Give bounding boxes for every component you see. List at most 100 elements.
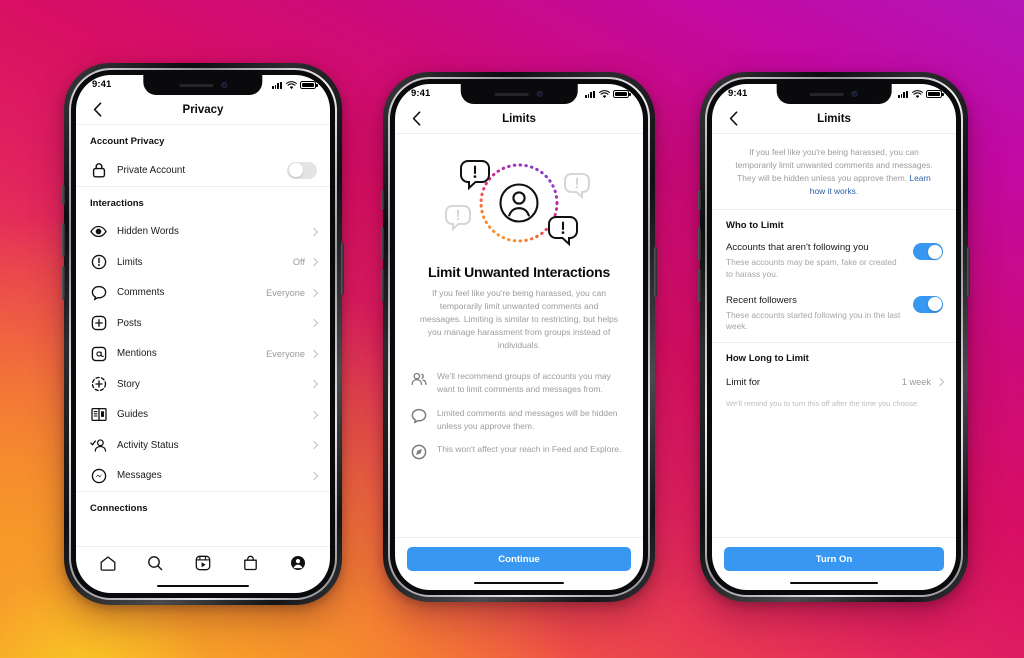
power-button[interactable] xyxy=(967,247,970,297)
volume-down-button[interactable] xyxy=(381,269,384,302)
phone-bezel: 9:41 Privacy Account Privacy Private Acc… xyxy=(71,70,335,598)
limits-illustration xyxy=(395,134,643,260)
mute-switch[interactable] xyxy=(62,185,65,205)
feature-bullet-list: We'll recommend groups of accounts you m… xyxy=(395,355,643,466)
chevron-right-icon xyxy=(309,410,319,419)
chevron-right-icon xyxy=(309,441,319,450)
bullet-text: We'll recommend groups of accounts you m… xyxy=(437,371,611,395)
row-comments[interactable]: Comments Everyone xyxy=(76,278,330,309)
status-time: 9:41 xyxy=(411,88,431,100)
phone-limits-intro: 9:41 Limits Limit Unwanted Interactions … xyxy=(381,72,657,602)
battery-icon xyxy=(613,90,631,98)
row-subtitle: These accounts may be spam, fake or crea… xyxy=(726,257,897,279)
alert-bubble-dark-2 xyxy=(548,216,578,247)
navigation-bar: Limits xyxy=(712,104,956,134)
back-chevron-icon[interactable] xyxy=(407,110,425,128)
row-hidden-words[interactable]: Hidden Words xyxy=(76,217,330,248)
guides-book-icon xyxy=(90,406,107,423)
chevron-right-icon xyxy=(309,258,319,267)
row-limits[interactable]: Limits Off xyxy=(76,247,330,278)
volume-down-button[interactable] xyxy=(698,269,701,302)
row-label: Limits xyxy=(117,256,143,268)
section-header-account-privacy: Account Privacy xyxy=(90,136,165,147)
bottom-tab-bar xyxy=(76,546,330,579)
row-mentions[interactable]: Mentions Everyone xyxy=(76,339,330,370)
chevron-right-icon xyxy=(309,471,319,480)
shop-bag-icon[interactable] xyxy=(242,555,259,572)
navigation-bar: Privacy xyxy=(76,95,330,125)
toggle-knob xyxy=(927,297,942,312)
exclamation-circle-icon xyxy=(90,254,107,271)
search-icon[interactable] xyxy=(147,555,164,572)
accounts-not-following-toggle[interactable] xyxy=(913,243,943,261)
row-story[interactable]: Story xyxy=(76,369,330,400)
phone-bezel: 9:41 Limits xyxy=(390,79,648,595)
phone-privacy: 9:41 Privacy Account Privacy Private Acc… xyxy=(62,63,344,605)
compass-icon xyxy=(411,444,427,460)
row-value: 1 week xyxy=(901,377,931,388)
back-chevron-icon[interactable] xyxy=(88,101,106,119)
row-limit-for[interactable]: Limit for 1 week xyxy=(712,370,956,394)
row-title: Recent followers xyxy=(726,294,797,306)
messenger-icon xyxy=(90,467,107,484)
reels-icon[interactable] xyxy=(194,555,211,572)
phone-limits-settings: 9:41 Limits If you feel like you're bein… xyxy=(698,72,970,602)
private-account-toggle[interactable] xyxy=(287,161,317,179)
cellular-bars-icon xyxy=(271,81,282,89)
power-button[interactable] xyxy=(654,247,657,297)
bullet-text: This won't affect your reach in Feed and… xyxy=(437,444,622,455)
profile-icon[interactable] xyxy=(290,555,307,572)
back-chevron-icon[interactable] xyxy=(724,110,742,128)
volume-up-button[interactable] xyxy=(381,227,384,260)
limits-intro-content: Limit Unwanted Interactions If you feel … xyxy=(395,134,643,537)
row-subtitle: These accounts started following you in … xyxy=(726,309,901,332)
chevron-right-icon xyxy=(309,227,319,236)
row-label: Activity Status xyxy=(117,439,179,451)
alert-bubble-faded-1 xyxy=(564,173,590,200)
recent-followers-toggle[interactable] xyxy=(913,295,943,313)
battery-icon xyxy=(926,90,944,98)
cta-container: Turn On xyxy=(712,537,956,576)
row-posts[interactable]: Posts xyxy=(76,308,330,339)
bullet-item: This won't affect your reach in Feed and… xyxy=(411,438,625,466)
hero-title: Limit Unwanted Interactions xyxy=(427,264,611,280)
row-messages[interactable]: Messages xyxy=(76,461,330,492)
chevron-right-icon xyxy=(309,380,319,389)
chevron-right-icon xyxy=(309,319,319,328)
turn-on-button[interactable]: Turn On xyxy=(724,547,944,571)
row-text: Accounts that aren't following you These… xyxy=(726,242,913,281)
bullet-item: We'll recommend groups of accounts you m… xyxy=(411,365,625,402)
volume-up-button[interactable] xyxy=(62,223,65,257)
power-button[interactable] xyxy=(341,243,344,295)
row-guides[interactable]: Guides xyxy=(76,400,330,431)
volume-up-button[interactable] xyxy=(698,227,701,260)
mute-switch[interactable] xyxy=(381,190,384,210)
row-value: Everyone xyxy=(266,348,305,359)
continue-button[interactable]: Continue xyxy=(407,547,631,571)
volume-down-button[interactable] xyxy=(62,266,65,300)
status-indicators xyxy=(584,89,631,99)
row-accounts-not-following[interactable]: Accounts that aren't following you These… xyxy=(712,237,956,290)
plus-square-icon xyxy=(90,315,107,332)
comment-icon xyxy=(411,408,427,424)
mute-switch[interactable] xyxy=(698,190,701,210)
row-activity-status[interactable]: Activity Status xyxy=(76,430,330,461)
home-icon[interactable] xyxy=(99,555,116,572)
user-in-dotted-circle-with-alert-bubbles-icon xyxy=(445,160,590,247)
phone-inner-ring: 9:41 Limits xyxy=(705,77,963,597)
row-label: Guides xyxy=(117,409,149,421)
settings-list: Account Privacy Private Account Interact… xyxy=(76,125,330,546)
limit-duration-note: We'll remind you to turn this off after … xyxy=(726,399,920,409)
at-square-icon xyxy=(90,345,107,362)
bullet-text: Limited comments and messages will be hi… xyxy=(437,407,618,431)
toggle-knob xyxy=(927,244,942,259)
row-recent-followers[interactable]: Recent followers These accounts started … xyxy=(712,290,956,343)
row-title: Accounts that aren't following you xyxy=(726,242,869,254)
person-check-icon xyxy=(90,437,107,454)
wifi-icon xyxy=(598,89,610,98)
row-text: Recent followers These accounts started … xyxy=(726,295,913,334)
lock-icon xyxy=(90,162,107,179)
row-private-account[interactable]: Private Account xyxy=(76,155,330,186)
row-value: Everyone xyxy=(266,287,305,298)
